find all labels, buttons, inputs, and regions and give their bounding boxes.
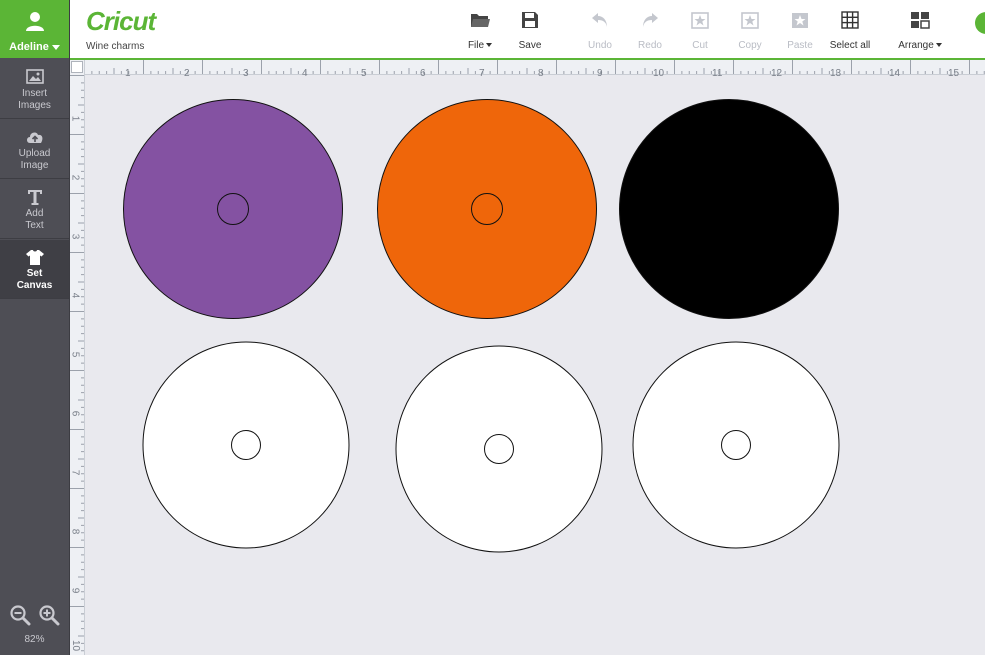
copy-label: Copy <box>738 40 762 51</box>
save-label: Save <box>518 40 542 51</box>
sidebar-item-label: Insert <box>21 88 47 99</box>
cut-label: Cut <box>692 40 708 51</box>
ruler-left-label: 8 <box>69 528 81 535</box>
tshirt-icon <box>25 250 44 265</box>
chevron-down-icon <box>486 43 493 48</box>
sidebar-item-label: Image <box>20 160 49 171</box>
ruler-left-label: 9 <box>69 587 81 594</box>
ruler-left-label: 4 <box>69 292 81 299</box>
project-name: Wine charms <box>86 41 145 52</box>
user-avatar-icon <box>26 12 44 31</box>
cloud-upload-icon <box>26 132 42 143</box>
redo-label: Redo <box>638 40 662 51</box>
zoom-level: 82% <box>24 634 45 645</box>
ruler-left-label: 2 <box>69 174 81 181</box>
grid-icon <box>841 11 859 29</box>
user-menu[interactable]: Adeline <box>0 0 69 58</box>
arrange-label: Arrange <box>898 40 934 51</box>
paste-icon <box>792 13 808 28</box>
ruler-left-label: 6 <box>69 410 81 417</box>
sidebar-item-insert-images[interactable]: Insert Images <box>0 60 69 119</box>
image-icon <box>25 69 44 84</box>
sidebar-item-label: Text <box>25 220 44 231</box>
ruler-top: 1 2 3 4 5 6 7 8 9 10 11 12 13 14 15 <box>70 60 985 79</box>
undo-label: Undo <box>588 40 612 51</box>
design-canvas[interactable] <box>85 75 985 655</box>
select-all-label: Select all <box>829 40 871 51</box>
go-button[interactable] <box>975 12 985 34</box>
ruler-left-label: 5 <box>69 351 81 358</box>
floppy-disk-icon <box>522 12 538 28</box>
top-toolbar: Cricut Wine charms File Save Undo Redo C… <box>70 0 985 60</box>
folder-icon <box>471 14 490 27</box>
sidebar-item-label: Upload <box>18 148 51 159</box>
chevron-down-icon <box>935 43 942 48</box>
user-name: Adeline <box>0 41 69 53</box>
paste-label: Paste <box>787 40 813 51</box>
text-t-icon <box>27 190 42 205</box>
sidebar-item-add-text[interactable]: Add Text <box>0 180 69 239</box>
file-label: File <box>467 40 485 51</box>
sidebar-item-set-canvas[interactable]: Set Canvas <box>0 240 69 299</box>
wine-charm-white-3[interactable] <box>632 341 840 549</box>
undo-arrow-icon <box>592 13 607 27</box>
wine-charm-purple[interactable] <box>123 99 343 319</box>
select-all-button[interactable]: Select all <box>820 10 880 51</box>
ruler-left-label: 3 <box>69 233 81 240</box>
wine-charm-orange[interactable] <box>377 99 597 319</box>
copy-icon <box>741 12 759 29</box>
ruler-corner <box>71 61 83 73</box>
wine-charm-white-1[interactable] <box>142 341 350 549</box>
wine-charm-white-2[interactable] <box>395 345 603 553</box>
redo-arrow-icon <box>643 13 658 27</box>
zoom-out-icon[interactable] <box>9 604 31 626</box>
ruler-left-label: 10 <box>70 639 82 652</box>
arrange-button[interactable]: Arrange <box>890 10 950 51</box>
arrange-icon <box>911 12 930 29</box>
sidebar-item-label: Canvas <box>16 280 53 291</box>
ruler-top-ticks <box>84 60 985 74</box>
cricut-logo: Cricut <box>86 6 156 36</box>
ruler-left-label: 7 <box>69 469 81 476</box>
canvas-drawing <box>123 99 840 553</box>
save-button[interactable]: Save <box>500 10 560 51</box>
ruler-left: 1 2 3 4 5 6 7 8 9 10 <box>69 60 85 655</box>
zoom-in-icon[interactable] <box>38 604 60 626</box>
ruler-left-label: 1 <box>69 115 81 122</box>
cut-icon <box>691 12 709 29</box>
sidebar-item-label: Images <box>18 100 51 111</box>
sidebar-item-label: Set <box>26 268 43 279</box>
sidebar-item-label: Add <box>25 208 44 219</box>
sidebar-item-upload-image[interactable]: Upload Image <box>0 120 69 179</box>
wine-charm-black[interactable] <box>619 99 839 319</box>
left-sidebar: Adeline Insert Images Upload Image Add T… <box>0 0 70 655</box>
chevron-down-icon <box>51 44 60 50</box>
